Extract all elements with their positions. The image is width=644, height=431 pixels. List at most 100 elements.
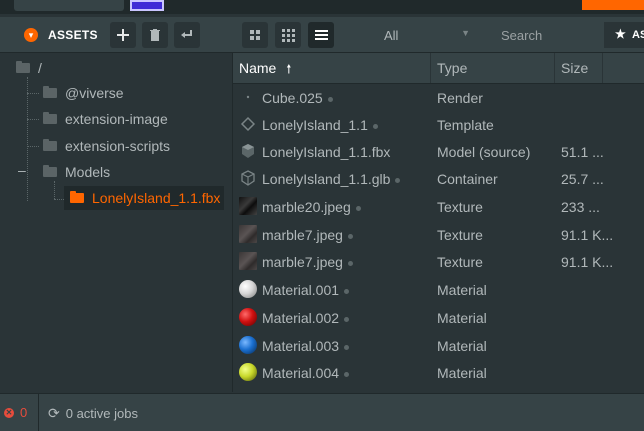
asset-type: Model (source) xyxy=(437,144,531,160)
filter-value: All xyxy=(384,28,399,43)
material-sphere-icon xyxy=(239,336,257,354)
refresh-icon: ⟳ xyxy=(48,405,60,421)
tree-item-extension-scripts[interactable]: extension-scripts xyxy=(43,134,170,158)
asset-type: Material xyxy=(437,310,487,326)
status-divider xyxy=(38,394,39,431)
asset-type: Texture xyxy=(437,254,483,270)
delete-asset-button[interactable] xyxy=(142,22,168,48)
small-grid-view-button[interactable] xyxy=(275,22,301,48)
table-row[interactable]: Material.001 Material xyxy=(233,276,644,303)
table-row[interactable]: Material.004 Material xyxy=(233,359,644,386)
chevron-down-icon: ▼ xyxy=(461,28,470,38)
status-bar: ✕ 0 ⟳ 0 active jobs xyxy=(0,393,644,431)
asset-name: marble7.jpeg xyxy=(262,227,353,243)
large-grid-view-button[interactable] xyxy=(242,22,268,48)
folder-icon xyxy=(70,191,84,203)
tree-guide xyxy=(54,199,64,200)
table-row[interactable]: LonelyIsland_1.1 Template xyxy=(233,111,644,138)
column-header-size[interactable]: Size xyxy=(561,53,588,83)
asset-type: Render xyxy=(437,90,483,106)
asset-name: marble7.jpeg xyxy=(262,254,353,270)
jobs-label: 0 active jobs xyxy=(65,406,138,421)
tree-item-label: extension-image xyxy=(65,111,168,127)
details-view-button[interactable] xyxy=(308,22,334,48)
table-row[interactable]: marble7.jpeg Texture 91.1 K... xyxy=(233,248,644,275)
search-input[interactable] xyxy=(492,22,596,48)
asset-type: Material xyxy=(437,365,487,381)
asset-type-filter[interactable]: All ▼ xyxy=(370,22,478,48)
folder-icon xyxy=(43,139,57,151)
table-row[interactable]: LonelyIsland_1.1.glb Container 25.7 ... xyxy=(233,165,644,192)
collapse-panel-icon[interactable]: ▾ xyxy=(24,28,38,42)
folder-icon xyxy=(43,86,57,98)
asset-name: Material.001 xyxy=(262,282,350,298)
asset-name: Material.003 xyxy=(262,338,350,354)
viewport-thumbnail[interactable] xyxy=(130,0,164,11)
tree-item-lonelyisland-fbx[interactable]: LonelyIsland_1.1.fbx xyxy=(64,186,224,210)
table-row[interactable]: marble7.jpeg Texture 91.1 K... xyxy=(233,221,644,248)
asset-name: LonelyIsland_1.1 xyxy=(262,117,378,133)
star-icon: ★ xyxy=(615,27,626,41)
texture-thumbnail xyxy=(239,252,257,270)
asset-name: marble20.jpeg xyxy=(262,199,361,215)
list-icon xyxy=(314,30,328,40)
viewport-tab[interactable] xyxy=(14,0,124,11)
tree-guide xyxy=(27,119,39,120)
asset-name: Material.004 xyxy=(262,365,350,381)
tree-item-label: Models xyxy=(65,164,111,180)
asset-name: Material.002 xyxy=(262,310,350,326)
collapse-toggle-icon[interactable]: – xyxy=(18,162,26,178)
asset-grid: Name 🠕 Type Size Cube.025 Render LonelyI… xyxy=(233,53,644,392)
tree-item-label: / xyxy=(38,60,42,76)
return-arrow-icon xyxy=(181,30,192,38)
table-row[interactable]: LonelyIsland_1.1.fbx Model (source) 51.1… xyxy=(233,138,644,165)
model-icon xyxy=(239,142,257,160)
plus-icon xyxy=(117,29,129,41)
asset-size: 51.1 ... xyxy=(561,144,604,160)
sort-ascending-icon: 🠕 xyxy=(286,62,292,76)
tree-guide xyxy=(27,93,39,94)
table-row[interactable]: Cube.025 Render xyxy=(233,84,644,111)
tree-item-label: @viverse xyxy=(65,85,124,101)
starred-filter-button[interactable]: ★ AS xyxy=(604,22,644,48)
error-count: 0 xyxy=(20,405,28,420)
folder-icon xyxy=(43,165,57,177)
panel-title: ASSETS xyxy=(48,28,98,42)
table-row[interactable]: Material.003 Material xyxy=(233,332,644,359)
tree-item-viverse[interactable]: @viverse xyxy=(43,81,124,105)
tree-item-models[interactable]: Models xyxy=(43,160,110,184)
column-divider[interactable] xyxy=(554,53,555,83)
tree-item-root[interactable]: / xyxy=(16,56,42,80)
column-header-name[interactable]: Name 🠕 xyxy=(239,53,291,83)
column-divider[interactable] xyxy=(602,53,603,83)
asset-size: 91.1 K... xyxy=(561,227,614,243)
texture-thumbnail xyxy=(239,225,257,243)
add-asset-button[interactable] xyxy=(110,22,136,48)
asset-type: Template xyxy=(437,117,494,133)
table-row[interactable]: Material.002 Material xyxy=(233,304,644,331)
back-button[interactable] xyxy=(174,22,200,48)
tree-item-label: LonelyIsland_1.1.fbx xyxy=(92,190,221,206)
tree-item-label: extension-scripts xyxy=(65,138,171,154)
grid-small-icon xyxy=(281,28,295,42)
table-row[interactable]: marble20.jpeg Texture 233 ... xyxy=(233,193,644,220)
container-icon xyxy=(239,169,257,187)
active-jobs[interactable]: ⟳ 0 active jobs xyxy=(48,405,138,422)
tree-item-extension-image[interactable]: extension-image xyxy=(43,107,168,131)
asset-name: Cube.025 xyxy=(262,90,333,106)
accent-button[interactable] xyxy=(582,0,644,10)
column-label: Name xyxy=(239,60,277,76)
starred-label: AS xyxy=(632,29,644,41)
material-sphere-icon xyxy=(239,280,257,298)
material-sphere-icon xyxy=(239,308,257,326)
template-icon xyxy=(239,115,257,133)
material-sphere-icon xyxy=(239,363,257,381)
asset-type: Texture xyxy=(437,227,483,243)
column-divider[interactable] xyxy=(430,53,431,83)
trash-icon xyxy=(150,29,160,41)
asset-type: Texture xyxy=(437,199,483,215)
error-counter[interactable]: ✕ 0 xyxy=(4,405,27,420)
assets-header: ▾ ASSETS All ▼ ★ AS xyxy=(0,17,644,53)
column-header-type[interactable]: Type xyxy=(437,53,467,83)
render-icon xyxy=(239,88,257,106)
